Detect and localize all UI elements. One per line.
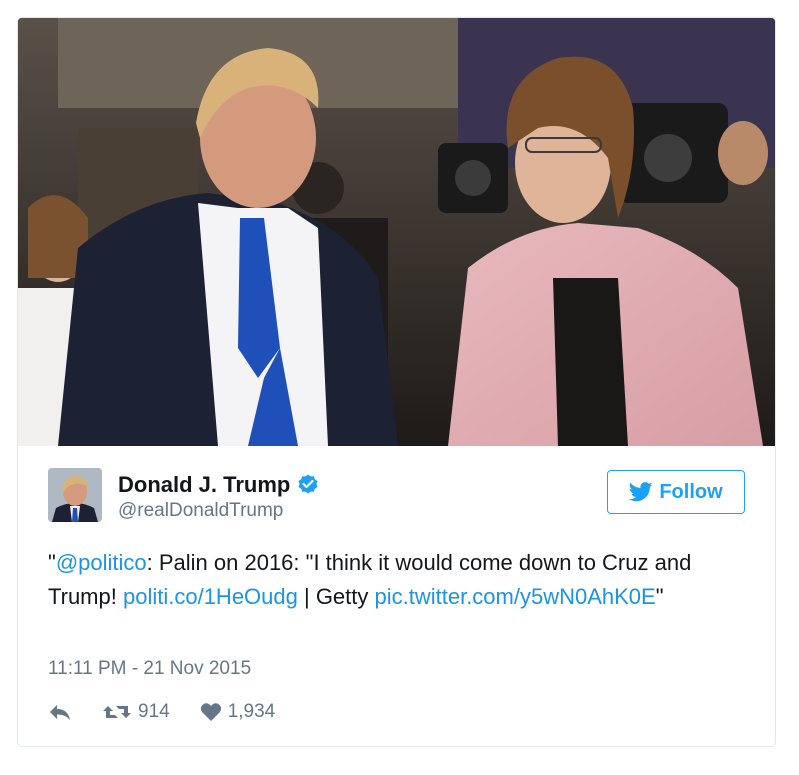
author-avatar[interactable] <box>48 468 102 522</box>
tweet-text-part-2: | Getty <box>297 584 375 609</box>
media-link[interactable]: pic.twitter.com/y5wN0AhK0E <box>375 584 656 609</box>
tweet-actions: 914 1,934 <box>48 698 275 726</box>
tweet-timestamp[interactable]: 11:11 PM - 21 Nov 2015 <box>48 658 251 680</box>
avatar-image <box>48 468 102 522</box>
twitter-bird-icon <box>629 482 653 502</box>
heart-icon <box>200 703 221 721</box>
follow-button[interactable]: Follow <box>607 470 745 514</box>
mention-link[interactable]: @politico <box>56 550 147 575</box>
like-count: 1,934 <box>227 701 276 722</box>
reply-button[interactable] <box>48 702 72 722</box>
retweet-icon <box>103 706 131 718</box>
author-name-row: Donald J. Trump <box>118 472 320 498</box>
tweet-card: Donald J. Trump @realDonaldTrump Follow … <box>17 17 776 747</box>
reply-icon <box>50 705 70 720</box>
verified-badge-icon <box>298 474 318 494</box>
follow-label: Follow <box>659 480 723 503</box>
author-name[interactable]: Donald J. Trump <box>118 472 290 498</box>
close-quote: " <box>655 584 664 609</box>
author-handle[interactable]: @realDonaldTrump <box>118 500 283 522</box>
tweet-text: "@politico: Palin on 2016: "I think it w… <box>48 546 748 614</box>
like-button[interactable]: 1,934 <box>200 701 276 723</box>
retweet-count: 914 <box>138 701 170 722</box>
photo-illustration <box>18 18 775 446</box>
tweet-author[interactable]: Donald J. Trump @realDonaldTrump <box>48 468 608 524</box>
open-quote: " <box>48 550 56 575</box>
article-link[interactable]: politi.co/1HeOudg <box>123 584 298 609</box>
tweet-photo[interactable] <box>18 18 775 446</box>
retweet-button[interactable]: 914 <box>102 701 170 723</box>
